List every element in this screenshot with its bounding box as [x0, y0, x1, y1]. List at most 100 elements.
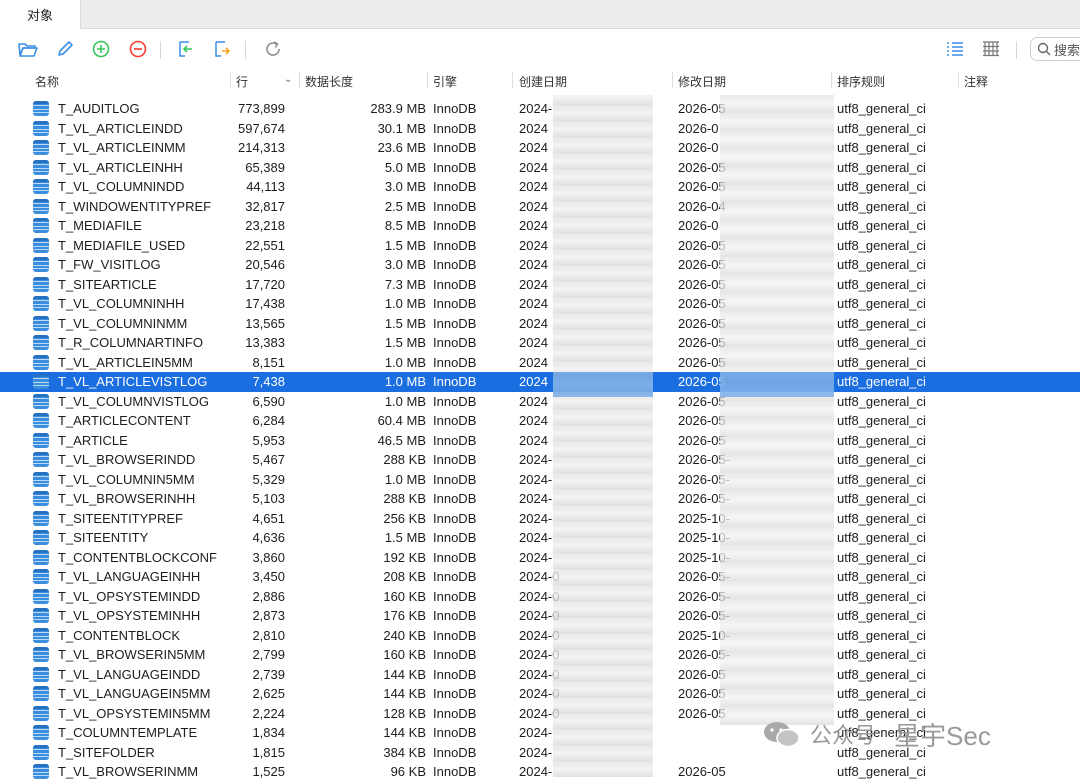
table-row[interactable]: T_SITEENTITY 4,636 1.5 MB InnoDB 2024- 2025-1… — [0, 528, 1080, 548]
data-size: 1.5 MB — [384, 530, 426, 545]
table-row[interactable]: T_VL_ARTICLEVISTLOG 7,438 1.0 MB InnoDB 2024… — [0, 372, 1080, 392]
row-count: 4,651 — [252, 510, 285, 526]
created-date: 2024 — [519, 257, 548, 272]
table-row[interactable]: T_MEDIAFILE_USED 22,551 1.5 MB InnoDB 2024 20… — [0, 236, 1080, 256]
row-count: 2,886 — [252, 588, 285, 604]
created-date: 2024 — [519, 413, 548, 428]
row-count: 5,953 — [252, 432, 285, 448]
search-box[interactable]: 搜索 — [1030, 37, 1080, 61]
table-row[interactable]: T_VL_COLUMNIN5MM 5,329 1.0 MB InnoDB 2024- 20… — [0, 470, 1080, 490]
open-folder-button[interactable] — [16, 37, 40, 61]
modified-date: 2026-0 — [678, 120, 719, 136]
col-divider — [427, 72, 428, 88]
collation: utf8_general_ci — [837, 120, 926, 136]
export-icon — [215, 41, 231, 57]
table-icon — [33, 510, 49, 526]
grid-view-button[interactable] — [979, 37, 1003, 61]
table-row[interactable]: T_FW_VISITLOG 20,546 3.0 MB InnoDB 2024 2026-… — [0, 255, 1080, 275]
modified-date: 2026-0 — [678, 140, 719, 155]
collation: utf8_general_ci — [837, 569, 926, 584]
data-size: 46.5 MB — [377, 432, 426, 448]
collation: utf8_general_ci — [837, 218, 926, 233]
table-row[interactable]: T_AUDITLOG 773,899 283.9 MB InnoDB 2024- 2026… — [0, 99, 1080, 119]
collation: utf8_general_ci — [837, 335, 926, 350]
table-icon — [33, 530, 49, 545]
col-created-header[interactable]: 创建日期 — [519, 73, 567, 90]
table-name: T_MEDIAFILE — [58, 218, 142, 233]
table-row[interactable]: T_VL_BROWSERINMM 1,525 96 KB InnoDB 2024- 202… — [0, 762, 1080, 782]
import-button[interactable] — [174, 37, 198, 61]
table-row[interactable]: T_MEDIAFILE 23,218 8.5 MB InnoDB 2024 2026-0 u… — [0, 216, 1080, 236]
data-size: 160 KB — [383, 588, 426, 604]
table-row[interactable]: T_VL_LANGUAGEINHH 3,450 208 KB InnoDB 2024-0… — [0, 567, 1080, 587]
table-row[interactable]: T_ARTICLECONTENT 6,284 60.4 MB InnoDB 2024 20… — [0, 411, 1080, 431]
delete-table-button[interactable] — [126, 37, 150, 61]
table-row[interactable]: T_SITEENTITYPREF 4,651 256 KB InnoDB 2024- 20… — [0, 509, 1080, 529]
engine: InnoDB — [433, 237, 477, 253]
table-icon — [33, 608, 49, 623]
folder-open-icon — [18, 43, 38, 57]
col-name-header[interactable]: 名称 — [35, 73, 59, 90]
row-count: 13,565 — [245, 315, 285, 331]
engine: InnoDB — [433, 588, 477, 604]
table-row[interactable]: T_VL_COLUMNVISTLOG 6,590 1.0 MB InnoDB 2024 2… — [0, 392, 1080, 412]
table-row[interactable]: T_VL_COLUMNINMM 13,565 1.5 MB InnoDB 2024 202… — [0, 314, 1080, 334]
data-size: 283.9 MB — [370, 101, 426, 116]
table-name: T_VL_BROWSERIN5MM — [58, 647, 206, 662]
created-date: 2024 — [519, 432, 548, 448]
col-modified-header[interactable]: 修改日期 — [678, 73, 726, 90]
table-name: T_SITEARTICLE — [58, 276, 157, 292]
table-icon — [33, 647, 49, 662]
import-icon — [179, 41, 192, 57]
table-row[interactable]: T_SITEARTICLE 17,720 7.3 MB InnoDB 2024 2026-… — [0, 275, 1080, 295]
engine: InnoDB — [433, 686, 477, 701]
created-date: 2024- — [519, 101, 553, 116]
col-comment-header[interactable]: 注释 — [964, 73, 988, 90]
table-row[interactable]: T_VL_OPSYSTEMINHH 2,873 176 KB InnoDB 2024-0… — [0, 606, 1080, 626]
table-row[interactable]: T_VL_BROWSERINHH 5,103 288 KB InnoDB 2024- 20… — [0, 489, 1080, 509]
col-collation-header[interactable]: 排序规则 — [837, 73, 885, 90]
table-row[interactable]: T_VL_BROWSERINDD 5,467 288 KB InnoDB 2024- 20… — [0, 450, 1080, 470]
list-view-button[interactable] — [943, 37, 967, 61]
search-placeholder: 搜索 — [1054, 42, 1080, 58]
col-rows-header[interactable]: 行 — [236, 73, 248, 90]
refresh-icon — [266, 41, 280, 56]
data-size: 176 KB — [383, 608, 426, 623]
tab-objects[interactable]: 对象 — [0, 0, 81, 29]
table-icon — [33, 218, 49, 233]
sort-chevron-down-icon[interactable]: ⌄ — [284, 74, 292, 85]
table-row[interactable]: T_VL_COLUMNINHH 17,438 1.0 MB InnoDB 2024 202… — [0, 294, 1080, 314]
table-row[interactable]: T_ARTICLE 5,953 46.5 MB InnoDB 2024 2026-05 ut… — [0, 431, 1080, 451]
table-row[interactable]: T_VL_COLUMNINDD 44,113 3.0 MB InnoDB 2024 202… — [0, 177, 1080, 197]
minus-circle-icon — [129, 40, 147, 58]
refresh-button[interactable] — [261, 37, 285, 61]
table-row[interactable]: T_CONTENTBLOCKCONF 3,860 192 KB InnoDB 2024-… — [0, 548, 1080, 568]
new-table-button[interactable] — [89, 37, 113, 61]
engine: InnoDB — [433, 413, 477, 428]
modified-date: 2026-05 — [678, 393, 726, 409]
table-row[interactable]: T_VL_BROWSERIN5MM 2,799 160 KB InnoDB 2024-0… — [0, 645, 1080, 665]
export-button[interactable] — [210, 37, 234, 61]
collation: utf8_general_ci — [837, 588, 926, 604]
table-row[interactable]: T_VL_OPSYSTEMINDD 2,886 160 KB InnoDB 2024-0… — [0, 587, 1080, 607]
engine: InnoDB — [433, 101, 477, 116]
table-row[interactable]: T_VL_ARTICLEINMM 214,313 23.6 MB InnoDB 2024… — [0, 138, 1080, 158]
table-row[interactable]: T_VL_LANGUAGEIN5MM 2,625 144 KB InnoDB 2024-… — [0, 684, 1080, 704]
table-icon — [33, 471, 49, 487]
table-row[interactable]: T_WINDOWENTITYPREF 32,817 2.5 MB InnoDB 2024… — [0, 197, 1080, 217]
table-row[interactable]: T_VL_LANGUAGEINDD 2,739 144 KB InnoDB 2024-0… — [0, 665, 1080, 685]
col-engine-header[interactable]: 引擎 — [433, 73, 457, 90]
table-row[interactable]: T_R_COLUMNARTINFO 13,383 1.5 MB InnoDB 2024 2… — [0, 333, 1080, 353]
table-row[interactable]: T_VL_ARTICLEIN5MM 8,151 1.0 MB InnoDB 2024 20… — [0, 353, 1080, 373]
created-date: 2024 — [519, 296, 548, 311]
modified-date: 2026-05 — [678, 296, 726, 311]
table-row[interactable]: T_VL_ARTICLEINDD 597,674 30.1 MB InnoDB 2024… — [0, 119, 1080, 139]
modified-date: 2026-05 — [678, 159, 726, 175]
table-row[interactable]: T_VL_ARTICLEINHH 65,389 5.0 MB InnoDB 2024 20… — [0, 158, 1080, 178]
design-table-button[interactable] — [53, 37, 77, 61]
col-size-header[interactable]: 数据长度 — [305, 73, 353, 90]
created-date: 2024 — [519, 237, 548, 253]
table-row[interactable]: T_CONTENTBLOCK 2,810 240 KB InnoDB 2024-0 202… — [0, 626, 1080, 646]
table-name: T_VL_COLUMNVISTLOG — [58, 393, 209, 409]
engine: InnoDB — [433, 432, 477, 448]
